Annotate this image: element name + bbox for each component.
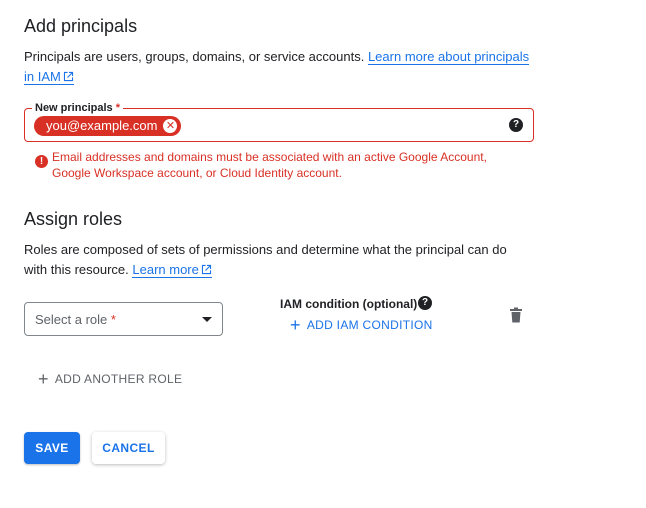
iam-condition-help-icon[interactable]: ? xyxy=(418,296,432,310)
roles-description-line2: with this resource. Learn more xyxy=(24,260,212,280)
select-role-dropdown[interactable]: Select a role * xyxy=(24,302,223,336)
principals-description-line2: in IAM xyxy=(24,67,74,87)
external-link-icon xyxy=(63,71,73,82)
plus-icon: + xyxy=(38,369,49,389)
add-iam-condition-button[interactable]: + ADD IAM CONDITION xyxy=(290,315,433,335)
save-button[interactable]: SAVE xyxy=(24,432,80,464)
cancel-button[interactable]: CANCEL xyxy=(92,432,165,464)
principal-chip[interactable]: you@example.com ✕ xyxy=(34,116,182,136)
roles-description: Roles are composed of sets of permission… xyxy=(24,242,507,257)
new-principals-label: New principals * xyxy=(32,101,123,115)
principals-error-message: Email addresses and domains must be asso… xyxy=(52,150,487,180)
delete-icon[interactable] xyxy=(509,307,523,323)
learn-more-roles-link[interactable]: Learn more xyxy=(132,262,212,278)
assign-roles-title: Assign roles xyxy=(24,209,123,229)
add-principals-title: Add principals xyxy=(24,16,138,36)
help-icon[interactable]: ? xyxy=(509,118,523,132)
select-role-placeholder: Select a role * xyxy=(35,311,116,327)
iam-condition-label: IAM condition (optional) xyxy=(280,297,418,311)
error-icon: ! xyxy=(35,155,48,168)
principals-description: Principals are users, groups, domains, o… xyxy=(24,49,530,65)
learn-more-principals-link[interactable]: Learn more about principals xyxy=(367,49,530,65)
learn-more-principals-link-continued[interactable]: in IAM xyxy=(24,69,74,85)
external-link-icon xyxy=(201,264,211,275)
remove-chip-icon[interactable]: ✕ xyxy=(163,119,178,133)
dropdown-icon xyxy=(202,316,212,322)
principal-chip-label: you@example.com xyxy=(46,118,158,133)
add-another-role-button[interactable]: + ADD ANOTHER ROLE xyxy=(38,369,182,389)
plus-icon: + xyxy=(290,315,301,335)
